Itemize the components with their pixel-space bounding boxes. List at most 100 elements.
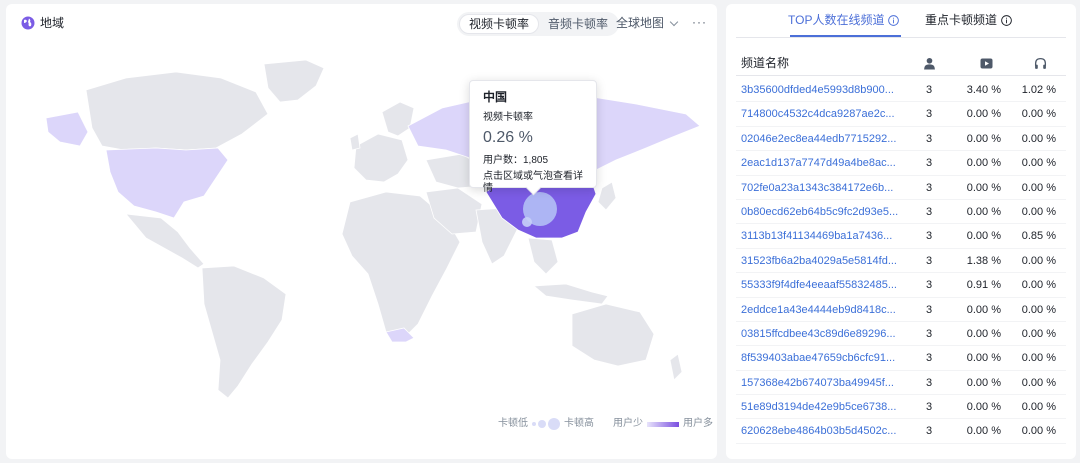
legend-stall-low: 卡顿低 — [498, 418, 528, 429]
info-icon[interactable] — [888, 14, 900, 26]
row-user-count: 3 — [925, 108, 933, 121]
channel-name-link[interactable]: 2eddce1a43e4444eb9d8418c... — [741, 304, 899, 317]
row-video-stall: 0.00 % — [966, 401, 1001, 414]
row-video-stall: 0.00 % — [966, 425, 1001, 438]
table-row[interactable]: 02046e2ec8ea44edb7715292... 3 0.00 % 0.00 % — [736, 127, 1066, 152]
map-header: 地域 视频卡顿率 音频卡顿率 全球地图 ··· — [6, 4, 717, 42]
row-audio-stall: 0.00 % — [1021, 254, 1056, 267]
world-map[interactable] — [6, 42, 717, 412]
row-video-stall: 0.00 % — [966, 230, 1001, 243]
channel-name-link[interactable]: 8f539403abae47659cb6cfc91... — [741, 352, 899, 365]
tab-top-online[interactable]: TOP人数在线频道 — [788, 13, 900, 27]
tooltip-value: 0.26 % — [483, 129, 533, 146]
se-asia-region — [527, 237, 559, 275]
table-header: 频道名称 — [736, 50, 1066, 76]
alaska-region — [45, 111, 89, 147]
row-user-count: 3 — [925, 303, 933, 316]
row-audio-stall: 0.00 % — [1021, 181, 1056, 194]
row-audio-stall: 0.00 % — [1021, 352, 1056, 365]
new-zealand-region — [669, 353, 683, 381]
row-audio-stall: 0.00 % — [1021, 108, 1056, 121]
row-user-count: 3 — [925, 181, 933, 194]
region-select[interactable]: 全球地图 — [616, 16, 679, 30]
channel-name-link[interactable]: 51e89d3194de42e9b5ce6738... — [741, 401, 899, 414]
row-video-stall: 0.00 % — [966, 108, 1001, 121]
row-video-stall: 1.38 % — [966, 254, 1001, 267]
table-row[interactable]: 157368e42b674073ba49945f... 3 0.00 % 0.00 % — [736, 371, 1066, 396]
row-user-count: 3 — [925, 132, 933, 145]
tooltip-users: 用户数：1,805 — [483, 155, 549, 166]
row-audio-stall: 0.00 % — [1021, 157, 1056, 170]
canada-region — [85, 71, 269, 151]
mexico-region — [125, 213, 205, 269]
map-title: 地域 — [40, 16, 65, 30]
row-user-count: 3 — [925, 254, 933, 267]
row-video-stall: 3.40 % — [966, 84, 1001, 96]
table-row[interactable]: 51e89d3194de42e9b5ce6738... 3 0.00 % 0.00 % — [736, 395, 1066, 420]
channel-name-link[interactable]: 3113b13f41134469ba1a7436... — [741, 230, 899, 243]
table-row[interactable]: 8f539403abae47659cb6cfc91... 3 0.00 % 0.00 … — [736, 346, 1066, 371]
region-map-card: 地域 视频卡顿率 音频卡顿率 全球地图 ··· 中国 视频卡顿率 0.26 % … — [6, 4, 717, 459]
legend-bubble-large — [548, 418, 560, 430]
tab-key-stall[interactable]: 重点卡顿频道 — [925, 13, 1012, 27]
row-video-stall: 0.00 % — [966, 376, 1001, 389]
row-video-stall: 0.00 % — [966, 327, 1001, 340]
more-icon[interactable]: ··· — [692, 16, 707, 28]
channel-name-link[interactable]: 157368e42b674073ba49945f... — [741, 377, 899, 390]
info-icon[interactable] — [1001, 14, 1012, 26]
legend-bubble-medium — [538, 420, 546, 428]
channel-name-link[interactable]: 0b80ecd62eb64b5c9fc2d93e5... — [741, 206, 899, 219]
usa-region — [105, 147, 229, 219]
channel-name-link[interactable]: 02046e2ec8ea44edb7715292... — [741, 133, 899, 146]
table-row[interactable]: 2eac1d137a7747d49a4be8ac... 3 0.00 % 0.00 % — [736, 151, 1066, 176]
segment-video-stall[interactable]: 视频卡顿率 — [459, 14, 540, 34]
row-audio-stall: 0.00 % — [1021, 425, 1056, 438]
small-bubble — [522, 217, 532, 227]
row-audio-stall: 0.00 % — [1021, 303, 1056, 316]
row-video-stall: 0.00 % — [966, 157, 1001, 170]
europe-region — [353, 133, 409, 183]
channel-name-link[interactable]: 31523fb6a2ba4029a5e5814fd... — [741, 255, 899, 268]
table-row[interactable]: 620628ebe4864b03b5d4502c... 3 0.00 % 0.00 % — [736, 419, 1066, 444]
row-user-count: 3 — [925, 401, 933, 414]
stall-legend: 卡顿低 卡顿高 — [498, 418, 594, 430]
channel-card: TOP人数在线频道 重点卡顿频道 频道名称 3b35600dfded4e5993… — [726, 4, 1076, 459]
table-row[interactable]: 3b35600dfded4e5993d8b900... 3 3.40 % 1.02 % — [736, 78, 1066, 103]
table-row[interactable]: 31523fb6a2ba4029a5e5814fd... 3 1.38 % 0.00 … — [736, 249, 1066, 274]
legend-users-high: 用户多 — [683, 418, 713, 429]
channel-name-link[interactable]: 714800c4532c4dca9287ae2c... — [741, 108, 899, 121]
south-america-region — [201, 265, 287, 399]
tooltip-metric-label: 视频卡顿率 — [483, 112, 533, 123]
channel-name-link[interactable]: 702fe0a23a1343c384172e6b... — [741, 182, 899, 195]
table-row[interactable]: 702fe0a23a1343c384172e6b... 3 0.00 % 0.00 % — [736, 176, 1066, 200]
globe-icon — [21, 16, 35, 30]
channel-name-link[interactable]: 3b35600dfded4e5993d8b900... — [741, 84, 899, 97]
table-row[interactable]: 2eddce1a43e4444eb9d8418c... 3 0.00 % 0.00 % — [736, 298, 1066, 322]
channel-name-link[interactable]: 2eac1d137a7747d49a4be8ac... — [741, 157, 899, 170]
australia-region — [571, 303, 655, 367]
map-tooltip: 中国 视频卡顿率 0.26 % 用户数：1,805 点击区域或气泡查看详情 — [469, 80, 597, 194]
row-audio-stall: 0.00 % — [1021, 327, 1056, 340]
table-row[interactable]: 0b80ecd62eb64b5c9fc2d93e5... 3 0.00 % 0.00 … — [736, 200, 1066, 225]
channel-tabs: TOP人数在线频道 重点卡顿频道 — [726, 4, 1076, 38]
row-user-count: 3 — [925, 376, 933, 389]
scandinavia-region — [381, 101, 415, 137]
user-icon — [924, 57, 935, 70]
row-audio-stall: 0.85 % — [1021, 230, 1056, 243]
table-row[interactable]: 3113b13f41134469ba1a7436... 3 0.00 % 0.85 % — [736, 224, 1066, 249]
row-video-stall: 0.00 % — [966, 205, 1001, 218]
segment-audio-stall[interactable]: 音频卡顿率 — [539, 14, 617, 34]
row-video-stall: 0.00 % — [966, 132, 1001, 145]
channel-name-link[interactable]: 03815ffcdbee43c89d6e89296... — [741, 328, 899, 341]
row-user-count: 3 — [925, 279, 933, 292]
row-video-stall: 0.00 % — [966, 303, 1001, 316]
table-row[interactable]: 55333f9f4dfe4eeaaf55832485... 3 0.91 % 0.00… — [736, 273, 1066, 298]
channel-name-link[interactable]: 620628ebe4864b03b5d4502c... — [741, 425, 899, 438]
table-row[interactable]: 03815ffcdbee43c89d6e89296... 3 0.00 % 0.00 … — [736, 322, 1066, 347]
table-row[interactable]: 714800c4532c4dca9287ae2c... 3 0.00 % 0.00 % — [736, 102, 1066, 127]
channel-name-link[interactable]: 55333f9f4dfe4eeaaf55832485... — [741, 279, 899, 292]
tab-key-stall-label: 重点卡顿频道 — [925, 13, 998, 27]
row-audio-stall: 0.00 % — [1021, 279, 1056, 292]
row-audio-stall: 1.02 % — [1021, 84, 1056, 96]
legend-stall-high: 卡顿高 — [564, 418, 594, 429]
